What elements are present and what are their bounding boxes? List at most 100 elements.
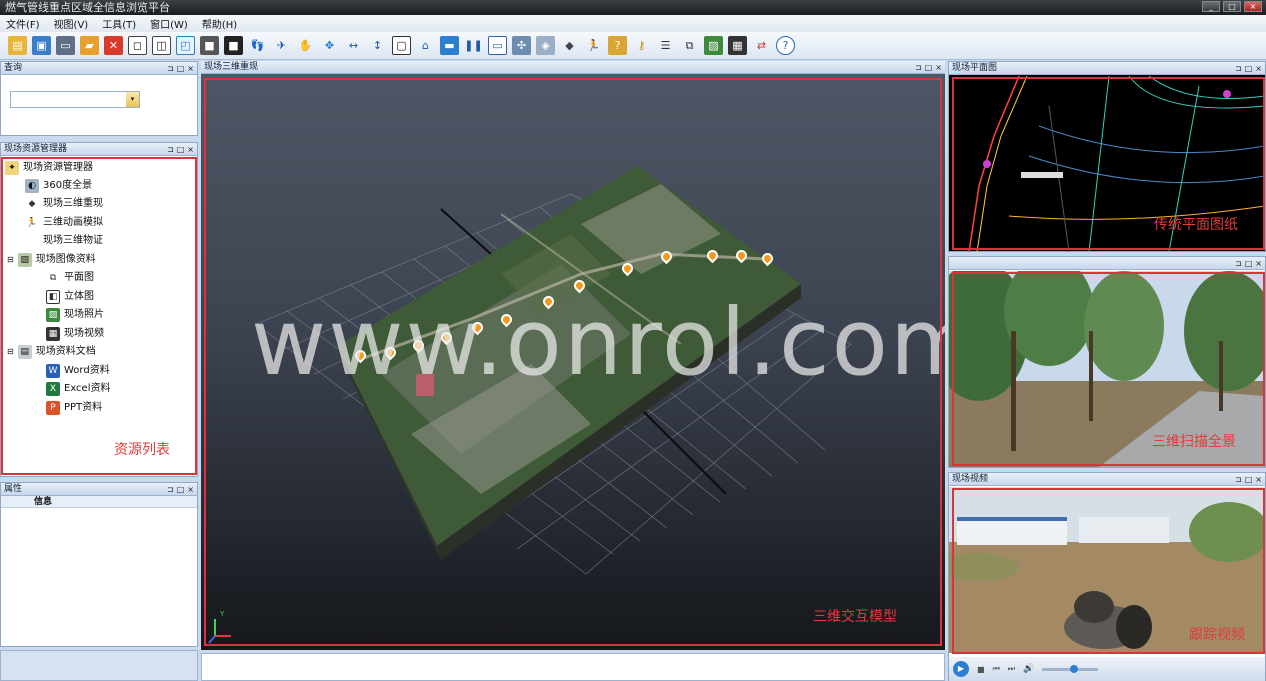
home-icon[interactable]: ⌂ [416, 36, 435, 55]
pin-icon[interactable]: ⊐ [1235, 257, 1242, 269]
close-icon[interactable]: × [187, 62, 194, 74]
resource-panel-title: 现场资源管理器 [4, 144, 68, 154]
float-icon[interactable]: □ [1245, 62, 1253, 74]
query-combobox[interactable]: ▾ [10, 91, 140, 108]
grid-icon[interactable]: ✣ [512, 36, 531, 55]
video-panel-title: 现场视频 [952, 474, 989, 484]
float-icon[interactable]: □ [177, 143, 185, 155]
eraser-icon[interactable]: ◆ [560, 36, 579, 55]
person-icon[interactable]: 🏃 [584, 36, 603, 55]
volume-icon[interactable]: 🔊 [1023, 664, 1034, 674]
left-status-area [0, 650, 198, 681]
pin-icon[interactable]: ⊐ [1235, 473, 1242, 485]
question-icon[interactable]: ? [776, 36, 795, 55]
video-panel-header: 现场视频 ⊐ □ × [949, 473, 1265, 486]
menu-bar: 文件(F) 视图(V) 工具(T) 窗口(W) 帮助(H) [0, 15, 1266, 32]
annotation-label: 跟踪视频 [1189, 627, 1245, 643]
properties-panel-title: 属性 [4, 484, 23, 494]
menu-file[interactable]: 文件(F) [6, 16, 40, 31]
pin-icon[interactable]: ⊐ [167, 143, 174, 155]
pin-icon[interactable]: ⊐ [167, 62, 174, 74]
plan-panel-header: 现场平面图 ⊐ □ × [949, 62, 1265, 75]
resource-panel: 现场资源管理器 ⊐ □ × ✦ 现场资源管理器 ◐ 360度全景 ◆ 现场三维重现 … [0, 142, 198, 477]
satellite-icon[interactable]: ◈ [536, 36, 555, 55]
key-icon[interactable]: ⚷ [632, 36, 651, 55]
stop-icon[interactable]: ■ [977, 665, 985, 674]
frame-icon[interactable]: ▢ [392, 36, 411, 55]
help-book-icon[interactable]: ? [608, 36, 627, 55]
close-icon[interactable]: × [1255, 257, 1262, 269]
annotation-label: 传统平面图纸 [1154, 217, 1238, 233]
horizontal-arrow-icon[interactable]: ↔ [344, 36, 363, 55]
close-icon[interactable]: × [1255, 62, 1262, 74]
layers-icon[interactable]: ⧉ [680, 36, 699, 55]
list-icon[interactable]: ☰ [656, 36, 675, 55]
delete-icon[interactable]: ✕ [104, 36, 123, 55]
folder-icon[interactable]: ▰ [80, 36, 99, 55]
play-icon[interactable]: ▶ [953, 661, 969, 677]
window-icon[interactable]: ▭ [488, 36, 507, 55]
print-icon[interactable]: ▭ [56, 36, 75, 55]
pause-icon[interactable]: ❚❚ [464, 36, 483, 55]
float-icon[interactable]: □ [177, 483, 185, 495]
panorama-panel-header: ⊐ □ × [949, 257, 1265, 270]
maximize-button[interactable]: □ [1223, 1, 1241, 12]
cube-solid-icon[interactable]: ■ [200, 36, 219, 55]
resource-panel-header: 现场资源管理器 ⊐ □ × [1, 143, 197, 156]
window-title-bar: 燃气管线重点区域全信息浏览平台 [0, 0, 1266, 15]
annotation-label: 资源列表 [114, 442, 170, 458]
annotation-label: 三维交互模型 [813, 609, 897, 625]
next-icon[interactable]: ⏭ [1008, 664, 1015, 674]
toolbar: ▤ ▣ ▭ ▰ ✕ ◻ ◫ ◰ ■ ■ 👣 ✈ ✋ ✥ ↔ ↕ ▢ ⌂ ▬ ❚❚… [0, 32, 1266, 60]
cube-dark-icon[interactable]: ■ [224, 36, 243, 55]
pin-icon[interactable]: ⊐ [915, 61, 922, 73]
menu-view[interactable]: 视图(V) [54, 16, 89, 31]
cube-front-icon[interactable]: ◻ [128, 36, 147, 55]
query-panel: 查询 ⊐ □ × ▾ [0, 61, 198, 136]
vertical-arrow-icon[interactable]: ↕ [368, 36, 387, 55]
cube-side-icon[interactable]: ◫ [152, 36, 171, 55]
query-panel-title: 查询 [4, 63, 23, 73]
previous-icon[interactable]: ⏮ [993, 664, 1000, 674]
float-icon[interactable]: □ [1245, 473, 1253, 485]
float-icon[interactable]: □ [925, 61, 933, 73]
scene-status-area [201, 653, 945, 681]
video-panel: 现场视频 ⊐ □ × 跟踪视频 ▶ ■ ⏮ ⏭ 🔊 [948, 472, 1266, 681]
link-icon[interactable]: ⇄ [752, 36, 771, 55]
walk-icon[interactable]: 👣 [248, 36, 267, 55]
properties-header: 信息 [1, 496, 197, 508]
properties-panel: 属性 ⊐ □ × 信息 [0, 482, 198, 647]
minimize-button[interactable]: _ [1202, 1, 1220, 12]
save-icon[interactable]: ▣ [32, 36, 51, 55]
monitor-icon[interactable]: ▬ [440, 36, 459, 55]
volume-slider[interactable] [1042, 664, 1099, 673]
fly-icon[interactable]: ✈ [272, 36, 291, 55]
close-icon[interactable]: × [187, 143, 194, 155]
hand-icon[interactable]: ✋ [296, 36, 315, 55]
close-icon[interactable]: × [187, 483, 194, 495]
window-controls: _ □ × [1202, 1, 1262, 13]
menu-tools[interactable]: 工具(T) [102, 16, 136, 31]
scene-panel-title: 现场三维重现 [204, 62, 259, 72]
open-icon[interactable]: ▤ [8, 36, 27, 55]
annotation-box [204, 78, 942, 646]
float-icon[interactable]: □ [177, 62, 185, 74]
plan-panel: 现场平面图 ⊐ □ × 传统平面图纸 [948, 61, 1266, 252]
close-button[interactable]: × [1244, 1, 1262, 12]
close-icon[interactable]: × [1255, 473, 1262, 485]
film-icon[interactable]: ▦ [728, 36, 747, 55]
chevron-down-icon[interactable]: ▾ [126, 92, 139, 107]
properties-panel-header: 属性 ⊐ □ × [1, 483, 197, 496]
menu-help[interactable]: 帮助(H) [202, 16, 237, 31]
close-icon[interactable]: × [935, 61, 942, 73]
panorama-panel: ⊐ □ × 三维扫描全景 [948, 256, 1266, 468]
cube-top-icon[interactable]: ◰ [176, 36, 195, 55]
move-icon[interactable]: ✥ [320, 36, 339, 55]
float-icon[interactable]: □ [1245, 257, 1253, 269]
pin-icon[interactable]: ⊐ [1235, 62, 1242, 74]
picture-icon[interactable]: ▨ [704, 36, 723, 55]
pin-icon[interactable]: ⊐ [167, 483, 174, 495]
menu-window[interactable]: 窗口(W) [150, 16, 188, 31]
scene-viewport[interactable]: Y www.onrol.com 三维交互模型 [201, 74, 945, 650]
annotation-label: 三维扫描全景 [1152, 434, 1236, 450]
